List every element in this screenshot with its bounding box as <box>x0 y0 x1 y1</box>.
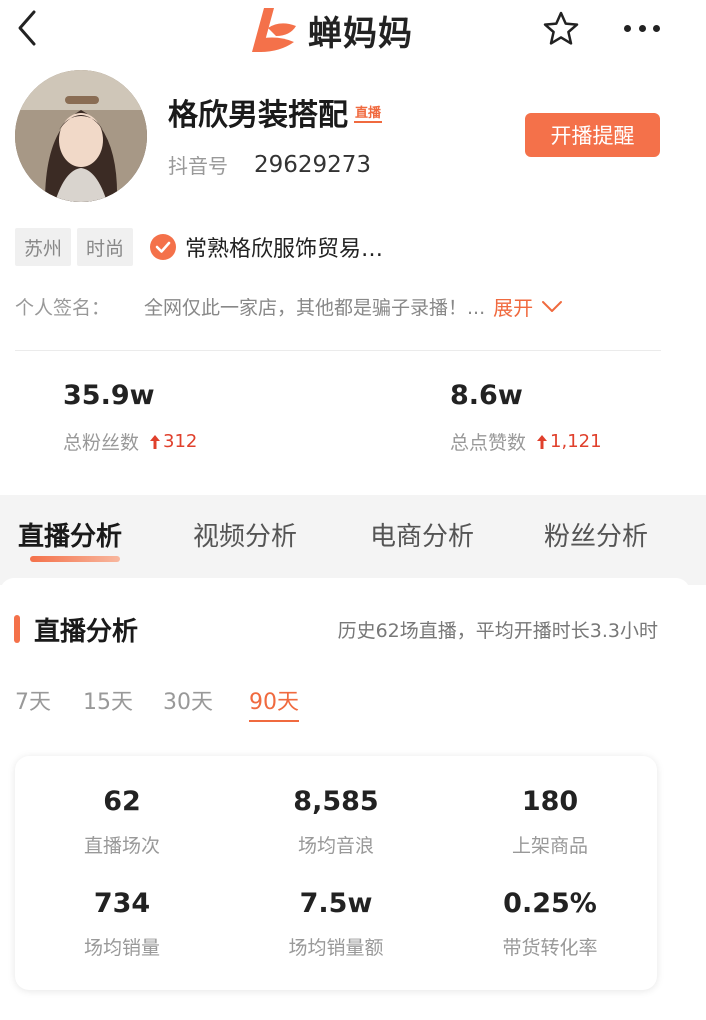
metric-label: 带货转化率 <box>502 937 598 959</box>
likes-delta: 1,121 <box>536 431 602 452</box>
douyin-id-label: 抖音号 <box>168 154 228 178</box>
section-summary: 历史62场直播，平均开播时长3.3小时 <box>337 620 658 642</box>
chevron-left-icon <box>18 10 36 46</box>
metric-value: 734 <box>93 888 151 919</box>
fans-sub: 总粉丝数 312 <box>63 428 197 455</box>
range-15d[interactable]: 15天 <box>83 684 133 716</box>
tags-row: 苏州 时尚 常熟格欣服饰贸易… <box>15 228 383 266</box>
chevron-down-icon <box>542 300 563 312</box>
metric-label: 上架商品 <box>511 835 588 857</box>
verified-icon <box>150 234 177 260</box>
fans-delta: 312 <box>149 431 197 452</box>
metric-value: 180 <box>521 786 579 817</box>
section-marker <box>14 615 20 643</box>
active-tab-indicator <box>30 556 120 562</box>
tab-ecommerce-analysis[interactable]: 电商分析 <box>370 516 474 553</box>
signature-label: 个人签名： <box>15 297 111 319</box>
location-tag: 苏州 <box>15 228 72 266</box>
metric-value: 0.25% <box>503 888 597 919</box>
metric-label: 场均销量 <box>83 937 160 959</box>
metric-label: 直播场次 <box>83 835 160 857</box>
metric-listed-products: 180 上架商品 <box>443 786 657 858</box>
expand-label: 展开 <box>493 296 534 320</box>
dot-icon <box>624 24 631 32</box>
live-badge: 直播 <box>354 102 383 123</box>
brand: 蝉妈妈 <box>250 4 413 56</box>
name-row: 格欣男装搭配 直播 <box>168 90 383 134</box>
range-30d[interactable]: 30天 <box>163 684 213 716</box>
metric-avg-sales: 734 场均销量 <box>15 888 229 960</box>
metric-value: 7.5w <box>299 888 373 919</box>
dot-icon <box>638 24 646 32</box>
expand-button[interactable]: 展开 <box>493 292 563 321</box>
category-tag: 时尚 <box>77 228 134 266</box>
fans-label: 总粉丝数 <box>63 432 140 454</box>
streamer-name: 格欣男装搭配 <box>168 98 348 133</box>
metric-value: 62 <box>103 786 141 817</box>
arrow-up-icon <box>150 434 161 449</box>
star-icon <box>543 11 579 45</box>
brand-name: 蝉妈妈 <box>308 13 413 54</box>
range-90d[interactable]: 90天 <box>249 684 299 722</box>
divider <box>15 350 661 351</box>
avatar[interactable] <box>15 70 147 202</box>
dot-icon <box>653 24 660 32</box>
back-button[interactable] <box>10 8 46 48</box>
metric-label: 场均销量额 <box>288 937 384 959</box>
likes-sub: 总点赞数 1,121 <box>450 428 602 455</box>
chanmama-logo-icon <box>252 8 296 52</box>
likes-delta-value: 1,121 <box>550 431 602 452</box>
metric-live-sessions: 62 直播场次 <box>15 786 229 858</box>
signature-row: 个人签名： 全网仅此一家店，其他都是骗子录播！... 展开 <box>15 292 705 321</box>
metric-avg-sales-amount: 7.5w 场均销量额 <box>229 888 443 960</box>
likes-label: 总点赞数 <box>450 432 527 454</box>
live-metrics-card: 62 直播场次 8,585 场均音浪 180 上架商品 734 场均销量 7.5… <box>15 756 657 990</box>
live-reminder-button[interactable]: 开播提醒 <box>525 113 660 157</box>
signature-text: 全网仅此一家店，其他都是骗子录播！... <box>144 297 486 319</box>
tab-live-analysis[interactable]: 直播分析 <box>18 516 122 553</box>
arrow-up-icon <box>537 434 548 449</box>
avatar-image <box>15 70 147 202</box>
metric-label: 场均音浪 <box>297 835 374 857</box>
company-name[interactable]: 常熟格欣服饰贸易… <box>185 231 383 263</box>
douyin-id-value: 29629273 <box>254 151 372 178</box>
range-7d[interactable]: 7天 <box>15 684 51 716</box>
metric-value: 8,585 <box>293 786 379 817</box>
tab-video-analysis[interactable]: 视频分析 <box>193 516 297 553</box>
metric-conversion-rate: 0.25% 带货转化率 <box>443 888 657 960</box>
favorite-button[interactable] <box>541 9 581 49</box>
top-bar: 蝉妈妈 <box>0 0 706 60</box>
likes-total: 8.6w <box>450 380 523 411</box>
fans-total: 35.9w <box>63 380 155 411</box>
tab-fans-analysis[interactable]: 粉丝分析 <box>544 516 648 553</box>
douyin-id-row: 抖音号 29629273 <box>168 150 371 179</box>
section-title: 直播分析 <box>34 617 139 647</box>
more-button[interactable] <box>620 12 664 44</box>
fans-delta-value: 312 <box>163 431 198 452</box>
metric-avg-sound-waves: 8,585 场均音浪 <box>229 786 443 858</box>
